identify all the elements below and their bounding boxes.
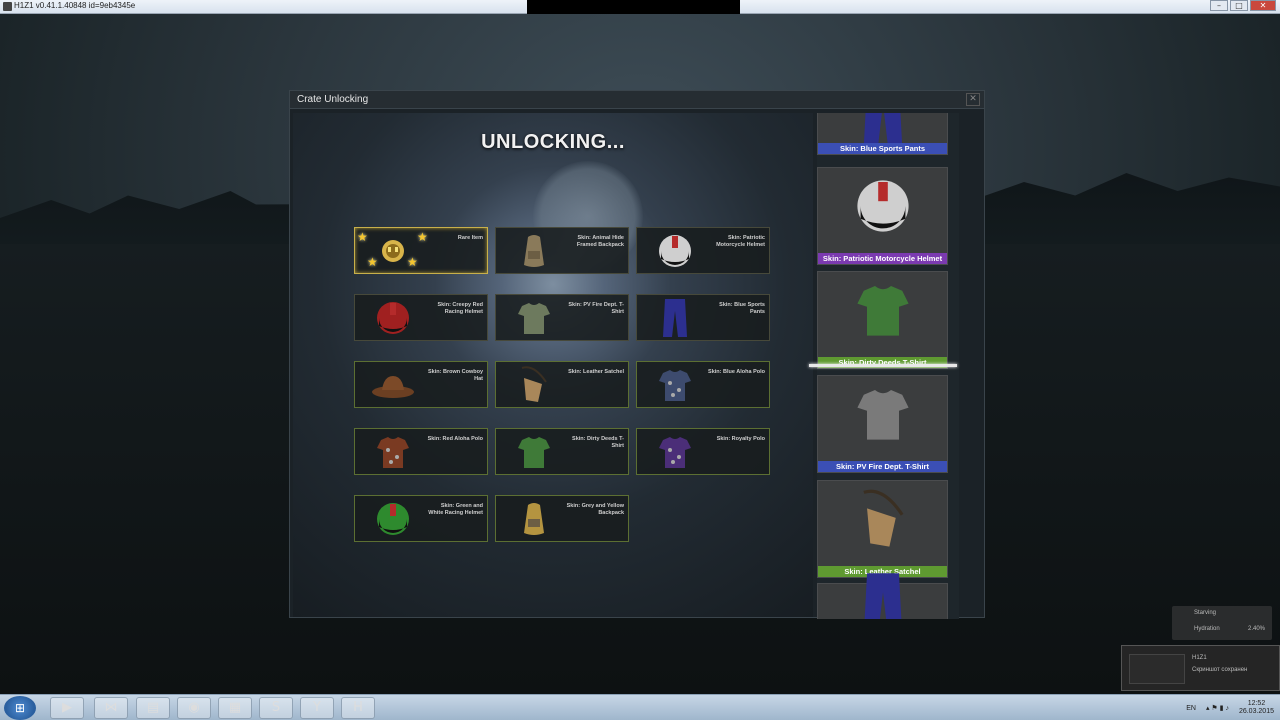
reel-card: Skin: PV Fire Dept. T-Shirt (817, 375, 948, 473)
shirt-icon (643, 365, 707, 405)
app-icon (3, 2, 12, 11)
tshirt-icon (818, 376, 947, 452)
dialog-header: Crate Unlocking ✕ (290, 91, 984, 109)
crate-item-label: Skin: Royalty Polo (716, 436, 765, 442)
unlocking-heading: UNLOCKING... (481, 131, 625, 153)
pants-icon (818, 572, 947, 619)
satchel-icon (818, 481, 947, 557)
document-icon[interactable]: ▦ (218, 697, 252, 719)
notification-line-3: 2.40% (1248, 626, 1266, 632)
star-icon: ★ (407, 255, 418, 269)
crate-item[interactable]: Skin: Royalty Polo (636, 428, 770, 475)
language-indicator[interactable]: EN (1186, 705, 1196, 712)
toast-text: Скриншот сохранен (1192, 667, 1248, 673)
backpack-icon (502, 499, 566, 539)
reel-selector-line (809, 364, 957, 367)
crate-item[interactable]: Skin: Patriotic Motorcycle Helmet (636, 227, 770, 274)
tshirt-icon (818, 272, 947, 348)
crate-contents-panel: UNLOCKING... ★ ★ ★ ★ Rare Item Skin: Animal H… (293, 113, 813, 617)
tshirt-icon (502, 432, 566, 472)
tshirt-icon (502, 298, 566, 338)
crate-item-label: Skin: Animal Hide Framed Backpack (576, 235, 624, 248)
close-button[interactable]: ✕ (1250, 0, 1276, 11)
helmet-icon (643, 231, 707, 271)
clock-date: 26.03.2015 (1238, 708, 1274, 715)
star-icon: ★ (367, 255, 378, 269)
crate-item[interactable]: Skin: Blue Aloha Polo (636, 361, 770, 408)
reel-card-caption: Skin: Blue Sports Pants (818, 143, 947, 154)
steam-screenshot-toast[interactable]: H1Z1 Скриншот сохранен (1121, 645, 1280, 691)
media-player-icon[interactable]: ▶ (50, 697, 84, 719)
notification-line-1: Starving (1194, 610, 1217, 616)
start-button[interactable]: ⊞ (4, 696, 36, 720)
clock-time: 12:52 (1247, 700, 1266, 707)
crate-unlocking-dialog: Crate Unlocking ✕ UNLOCKING... ★ ★ ★ ★ Rare … (289, 90, 985, 619)
minimize-button[interactable]: – (1210, 0, 1228, 11)
crate-item[interactable]: Skin: Creepy Red Racing Helmet (354, 294, 488, 341)
notification-line-2: Hydration (1194, 626, 1220, 632)
crate-item-label: Skin: Blue Sports Pants (719, 302, 765, 315)
shirt-icon (361, 432, 425, 472)
window-titlebar: H1Z1 v0.41.1.40848 id=9eb4345e – □ ✕ (0, 0, 1280, 14)
crate-item-label: Skin: Patriotic Motorcycle Helmet (716, 235, 765, 248)
folder-icon[interactable]: ▤ (136, 697, 170, 719)
reel-card: Skin: Patriotic Motorcycle Helmet (817, 167, 948, 265)
crate-item[interactable]: Skin: Dirty Deeds T-Shirt (495, 428, 629, 475)
crate-item[interactable]: Skin: Brown Cowboy Hat (354, 361, 488, 408)
crate-item-label: Skin: Creepy Red Racing Helmet (437, 302, 483, 315)
taskbar: ⊞ ▶ ⋈ ▤ ◉ ▦ S Y H EN ▴ ⚑ ▮ ♪ 12:52 26.03… (0, 694, 1280, 720)
crate-item[interactable]: Skin: Leather Satchel (495, 361, 629, 408)
satchel-icon (502, 365, 566, 405)
shirt-icon (643, 432, 707, 472)
crate-item-label: Skin: Blue Aloha Polo (708, 369, 765, 375)
reel-card-caption: Skin: Patriotic Motorcycle Helmet (818, 253, 947, 264)
window-controls: – □ ✕ (1210, 0, 1276, 11)
reel-card (817, 572, 948, 619)
screenshot-thumbnail (1129, 654, 1185, 684)
crate-item-label: Skin: PV Fire Dept. T-Shirt (568, 302, 624, 315)
reel-card: Skin: Leather Satchel (817, 480, 948, 578)
h1z1-game-icon[interactable]: H (341, 697, 375, 719)
crate-item-label: Skin: Grey and Yellow Backpack (566, 503, 624, 516)
toast-title: H1Z1 (1192, 655, 1207, 661)
pants-icon (643, 298, 707, 338)
crate-item-label: Skin: Red Aloha Polo (427, 436, 483, 442)
backpack-icon (502, 231, 566, 271)
crate-item[interactable]: Skin: Red Aloha Polo (354, 428, 488, 475)
bowtie-app-icon[interactable]: ⋈ (94, 697, 128, 719)
crate-item[interactable]: Skin: PV Fire Dept. T-Shirt (495, 294, 629, 341)
tray-icons[interactable]: ▴ ⚑ ▮ ♪ (1206, 704, 1229, 712)
dialog-close-button[interactable]: ✕ (966, 93, 980, 106)
reel-card-caption: Skin: PV Fire Dept. T-Shirt (818, 461, 947, 472)
crate-item[interactable]: Skin: Blue Sports Pants (636, 294, 770, 341)
crate-item-label: Rare Item (457, 235, 483, 241)
steam-icon[interactable]: ◉ (177, 697, 211, 719)
dialog-title: Crate Unlocking (297, 94, 369, 105)
crate-item-label: Skin: Brown Cowboy Hat (428, 369, 483, 382)
yandex-browser-icon[interactable]: Y (300, 697, 334, 719)
window-title: H1Z1 v0.41.1.40848 id=9eb4345e (14, 1, 136, 10)
titlebar-black-region (527, 0, 740, 14)
star-icon: ★ (357, 230, 368, 244)
crate-item-label: Skin: Leather Satchel (568, 369, 624, 375)
system-tray: EN ▴ ⚑ ▮ ♪ 12:52 26.03.2015 (1186, 699, 1274, 717)
helmet-icon (818, 168, 947, 244)
crate-item[interactable]: Skin: Green and White Racing Helmet (354, 495, 488, 542)
crate-item-label: Skin: Green and White Racing Helmet (428, 503, 483, 516)
crate-item[interactable]: Skin: Grey and Yellow Backpack (495, 495, 629, 542)
reel-card: Skin: Dirty Deeds T-Shirt (817, 271, 948, 369)
crate-item-label: Skin: Dirty Deeds T-Shirt (572, 436, 624, 449)
helmet-icon (361, 298, 425, 338)
reel-card: Skin: Blue Sports Pants (817, 113, 948, 155)
helmet-icon (361, 499, 425, 539)
pants-icon (818, 113, 947, 145)
status-notification: Starving Hydration 2.40% (1172, 606, 1272, 640)
clock[interactable]: 12:52 26.03.2015 (1239, 700, 1274, 716)
crate-item[interactable]: Skin: Animal Hide Framed Backpack (495, 227, 629, 274)
crate-item[interactable]: ★ ★ ★ ★ Rare Item (354, 227, 488, 274)
hat-icon (361, 365, 425, 405)
skype-icon[interactable]: S (259, 697, 293, 719)
maximize-button[interactable]: □ (1230, 0, 1248, 11)
